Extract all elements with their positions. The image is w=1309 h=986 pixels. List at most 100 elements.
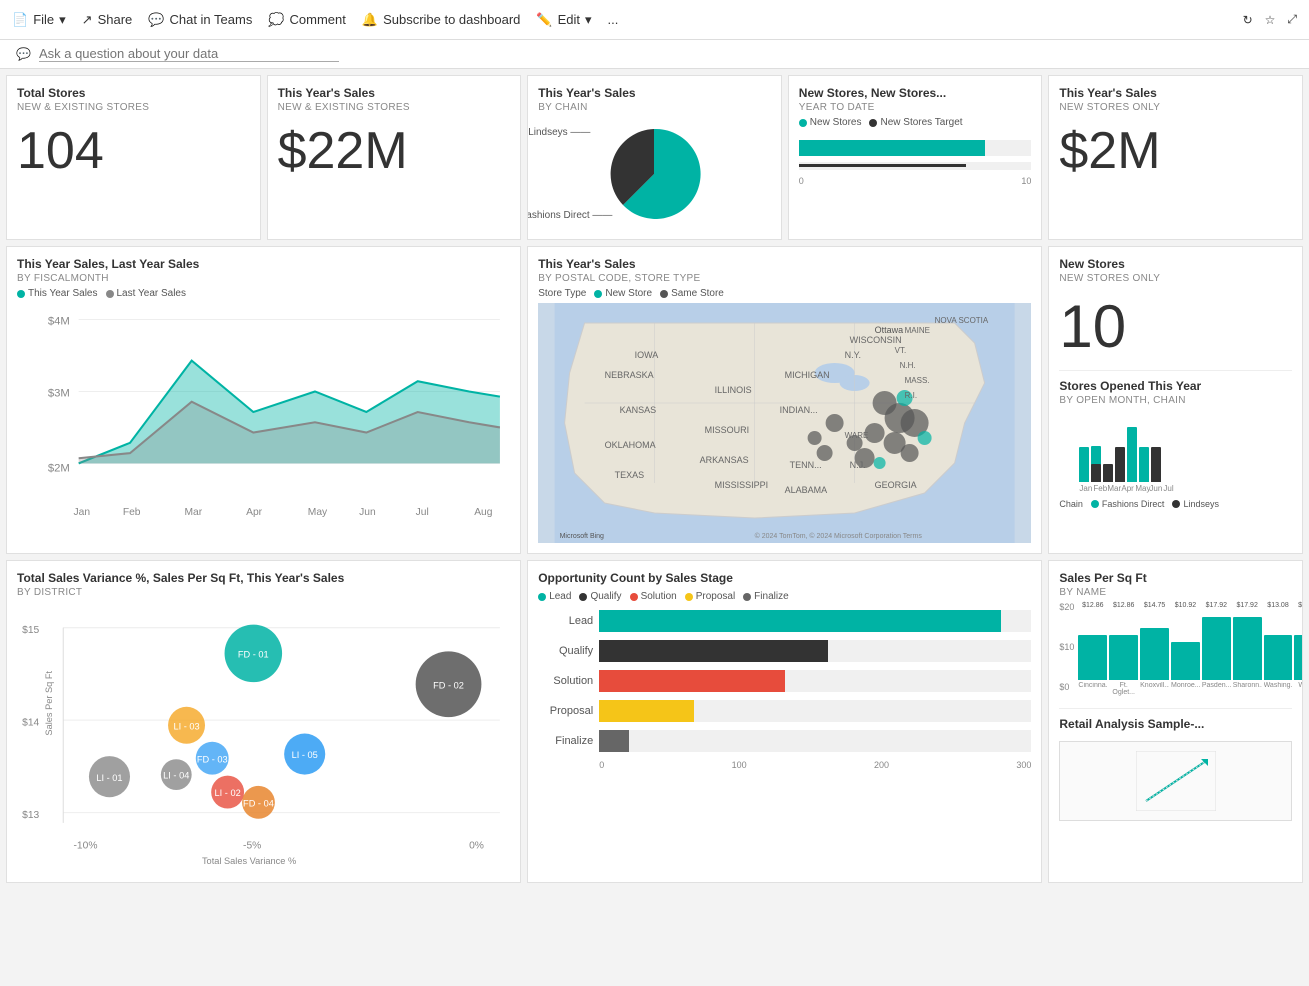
bubble-chart-title: Total Sales Variance %, Sales Per Sq Ft,…	[17, 571, 510, 585]
svg-text:$14: $14	[22, 717, 39, 728]
svg-text:MISSISSIPPI: MISSISSIPPI	[715, 480, 769, 490]
qna-icon: 💬	[16, 47, 31, 61]
svg-text:$2M: $2M	[48, 463, 70, 475]
chat-teams-button[interactable]: 💬 Chat in Teams	[148, 12, 252, 28]
pie-label-lindseys: Lindseys ——	[528, 127, 590, 138]
bookmark-icon[interactable]: ☆	[1265, 13, 1276, 27]
new-stores-ytd-subtitle: YEAR TO DATE	[799, 102, 1032, 113]
sales-sqft-bars	[1078, 610, 1303, 680]
share-icon: ↗	[82, 12, 93, 28]
svg-text:LI - 05: LI - 05	[292, 750, 318, 760]
svg-text:WARE: WARE	[845, 431, 869, 440]
opportunity-bars: Lead Qualify Solution Proposal Finalize	[538, 610, 1031, 752]
svg-text:Mar: Mar	[184, 507, 202, 518]
bubble-chart-card: Total Sales Variance %, Sales Per Sq Ft,…	[6, 560, 521, 883]
svg-text:Apr: Apr	[246, 507, 263, 518]
opportunity-x-labels: 0 100 200 300	[538, 760, 1031, 770]
file-chevron: ▾	[59, 12, 66, 28]
svg-text:Sales Per Sq Ft: Sales Per Sq Ft	[44, 670, 54, 735]
svg-text:GEORGIA: GEORGIA	[875, 480, 917, 490]
opportunity-title: Opportunity Count by Sales Stage	[538, 571, 1031, 585]
retail-sample-thumbnail	[1059, 741, 1292, 821]
subscribe-label: Subscribe to dashboard	[383, 12, 520, 27]
chain-title: This Year's Sales	[538, 86, 771, 100]
subscribe-button[interactable]: 🔔 Subscribe to dashboard	[362, 12, 521, 28]
svg-text:-10%: -10%	[74, 841, 98, 852]
file-icon: 📄	[12, 12, 28, 28]
svg-text:LI - 04: LI - 04	[163, 771, 189, 781]
edit-chevron: ▾	[585, 12, 592, 28]
this-year-chain-card: This Year's Sales BY CHAIN Lindseys —— F…	[527, 75, 782, 240]
map-legend: Store Type New Store Same Store	[538, 288, 1031, 299]
svg-text:Total Sales Variance %: Total Sales Variance %	[202, 856, 296, 866]
svg-text:LI - 03: LI - 03	[173, 721, 199, 731]
comment-icon: 💭	[268, 12, 284, 28]
more-button[interactable]: ...	[608, 12, 619, 27]
map-svg: IOWA NEBRASKA KANSAS OKLAHOMA TEXAS ILLI…	[538, 303, 1031, 543]
this-year-sales-value: $22M	[278, 123, 511, 180]
svg-text:LI - 02: LI - 02	[215, 788, 241, 798]
stores-opened-x-labels: Jan Feb Mar Apr May Jun Jul	[1059, 484, 1292, 493]
svg-text:WISCONSIN: WISCONSIN	[850, 335, 902, 345]
retail-sample-title: Retail Analysis Sample-...	[1059, 717, 1292, 731]
new-stores-ytd-card: New Stores, New Stores... YEAR TO DATE N…	[788, 75, 1043, 240]
edit-button[interactable]: ✏️ Edit ▾	[536, 12, 591, 28]
svg-text:N.H.: N.H.	[900, 361, 916, 370]
more-label: ...	[608, 12, 619, 27]
new-stores-count-subtitle: NEW STORES ONLY	[1059, 273, 1292, 284]
svg-text:ARKANSAS: ARKANSAS	[700, 455, 749, 465]
svg-text:0%: 0%	[469, 841, 484, 852]
line-chart-legend: This Year Sales Last Year Sales	[17, 288, 510, 299]
total-stores-value: 104	[17, 123, 250, 180]
file-menu[interactable]: 📄 File ▾	[12, 12, 66, 28]
new-stores-only-card: This Year's Sales NEW STORES ONLY $2M	[1048, 75, 1303, 240]
this-year-sales-subtitle: NEW & EXISTING STORES	[278, 102, 511, 113]
new-stores-count-title: New Stores	[1059, 257, 1292, 271]
sales-sqft-x-labels: Cincinna... Ft. Oglet... Knoxvill... Mon…	[1078, 682, 1303, 696]
svg-text:FD - 03: FD - 03	[197, 754, 228, 764]
svg-text:ILLINOIS: ILLINOIS	[715, 385, 752, 395]
share-label: Share	[98, 12, 133, 27]
svg-text:Feb: Feb	[123, 507, 141, 518]
file-label: File	[33, 12, 54, 27]
new-stores-count-value: 10	[1059, 294, 1292, 360]
sales-sqft-title: Sales Per Sq Ft	[1059, 571, 1292, 585]
stores-opened-title: Stores Opened This Year	[1059, 379, 1292, 393]
chain-subtitle: BY CHAIN	[538, 102, 771, 113]
svg-text:Aug: Aug	[474, 507, 493, 518]
retail-sample-svg	[1136, 751, 1216, 811]
svg-text:Jan: Jan	[74, 507, 91, 518]
svg-text:LI - 01: LI - 01	[96, 773, 122, 783]
line-chart-card: This Year Sales, Last Year Sales BY FISC…	[6, 246, 521, 554]
line-chart-svg: $4M $3M $2M Jan Feb Mar Apr May Jun Jul …	[17, 299, 510, 525]
svg-text:FD - 04: FD - 04	[243, 798, 274, 808]
svg-text:$13: $13	[22, 810, 39, 821]
new-stores-ytd-title: New Stores, New Stores...	[799, 86, 1032, 100]
comment-label: Comment	[290, 12, 346, 27]
sales-sqft-subtitle: BY NAME	[1059, 587, 1292, 598]
svg-text:MISSOURI: MISSOURI	[705, 425, 750, 435]
new-stores-ytd-bars: 0 10	[799, 140, 1032, 186]
svg-text:NOVA SCOTIA: NOVA SCOTIA	[935, 316, 989, 325]
new-stores-only-subtitle: NEW STORES ONLY	[1059, 102, 1292, 113]
stores-opened-legend: Chain Fashions Direct Lindseys	[1059, 499, 1292, 509]
svg-text:MICHIGAN: MICHIGAN	[785, 370, 830, 380]
comment-button[interactable]: 💭 Comment	[268, 12, 346, 28]
svg-text:NEBRASKA: NEBRASKA	[605, 370, 654, 380]
refresh-icon[interactable]: ↻	[1243, 13, 1253, 27]
svg-text:-5%: -5%	[243, 841, 261, 852]
sales-sqft-card: Sales Per Sq Ft BY NAME $20 $10 $0 $12.8…	[1048, 560, 1303, 883]
share-button[interactable]: ↗ Share	[82, 12, 133, 28]
chain-pie-chart	[604, 124, 704, 224]
fullscreen-icon[interactable]: ⤢	[1287, 12, 1297, 27]
edit-label: Edit	[558, 12, 580, 27]
new-stores-count-card: New Stores NEW STORES ONLY 10 Stores Ope…	[1048, 246, 1303, 554]
topbar-right: ↻ ☆ ⤢	[1243, 12, 1297, 27]
edit-icon: ✏️	[536, 12, 552, 28]
sales-sqft-chart: $20 $10 $0 $12.86 $12.86 $14.75 $10.92 $…	[1059, 602, 1292, 696]
pie-label-fashions: Fashions Direct ——	[527, 210, 612, 221]
new-stores-only-title: This Year's Sales	[1059, 86, 1292, 100]
qna-input[interactable]	[39, 46, 339, 62]
opportunity-card: Opportunity Count by Sales Stage Lead Qu…	[527, 560, 1042, 883]
subscribe-icon: 🔔	[362, 12, 378, 28]
